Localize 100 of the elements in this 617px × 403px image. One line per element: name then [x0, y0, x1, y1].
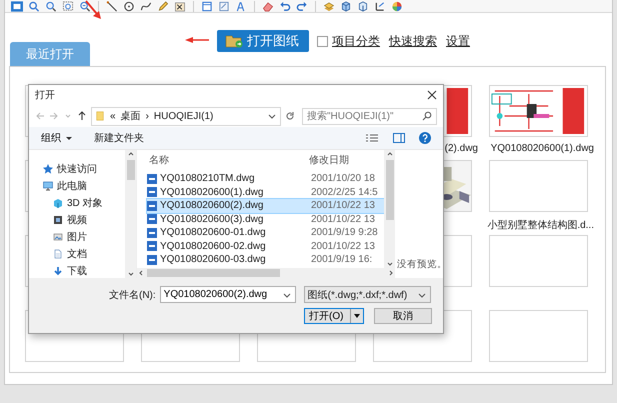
- cube-icon[interactable]: [340, 0, 352, 12]
- scrollbar[interactable]: [125, 150, 136, 278]
- color-wheel-icon[interactable]: [391, 0, 403, 12]
- link[interactable]: 快速搜索: [389, 32, 437, 50]
- redo-icon[interactable]: [296, 0, 308, 12]
- cube-icon: [53, 198, 63, 208]
- path-segment[interactable]: 桌面: [120, 109, 141, 123]
- file-row[interactable]: YQ0108020600-01.dwg 2001/9/19 9:28: [147, 226, 384, 240]
- search-icon[interactable]: [422, 111, 432, 121]
- folder-icon: [95, 111, 105, 121]
- nav-item[interactable]: 下载: [53, 264, 125, 278]
- pane-icon[interactable]: [393, 133, 405, 143]
- circle-icon[interactable]: [123, 0, 135, 12]
- zoom-icon[interactable]: [45, 0, 57, 12]
- rectangle-icon[interactable]: [201, 0, 213, 12]
- file-row[interactable]: YQ0108020600-02.dwg 2001/10/22 13: [147, 240, 384, 253]
- layers-icon[interactable]: [323, 0, 335, 12]
- field-label: 文件名(N):: [109, 288, 156, 302]
- line-icon[interactable]: [106, 0, 118, 12]
- open-drawing-button[interactable]: 打开图纸: [217, 30, 309, 52]
- cube-icon[interactable]: [357, 0, 369, 12]
- thumbnail-frame[interactable]: [489, 160, 588, 212]
- scrollbar-thumb[interactable]: [386, 160, 394, 220]
- file-date: 2002/2/25 14:5: [311, 186, 378, 198]
- scrollbar-thumb[interactable]: [126, 160, 134, 180]
- close-icon[interactable]: [427, 90, 437, 100]
- refresh-icon[interactable]: [285, 111, 295, 121]
- filename-field[interactable]: YQ0108020600(2).dwg: [160, 286, 296, 303]
- column-header[interactable]: 名称: [137, 153, 309, 167]
- file-row[interactable]: YQ0108020600(3).dwg 2001/10/22 13: [147, 212, 384, 226]
- column-header[interactable]: 修改日期: [309, 153, 349, 167]
- organize-menu[interactable]: 组织: [41, 131, 74, 145]
- file-icon: [147, 214, 157, 224]
- right-icon: [387, 269, 395, 277]
- nav-item[interactable]: 图片: [53, 230, 125, 244]
- thumbnail-frame[interactable]: [489, 235, 588, 287]
- preview-text: 没有预览。: [396, 258, 443, 272]
- file-icon: [147, 254, 157, 265]
- nav-item[interactable]: 文档: [53, 247, 125, 261]
- letter-icon[interactable]: [235, 0, 247, 12]
- file-row[interactable]: YQ0108020600-03.dwg 2001/9/19 16:: [147, 253, 384, 266]
- axis-icon[interactable]: [374, 0, 386, 12]
- view-icon[interactable]: [365, 133, 379, 143]
- scrollbar[interactable]: [384, 150, 395, 268]
- down-icon: [386, 260, 394, 268]
- undo-icon[interactable]: [279, 0, 291, 12]
- new-folder-button[interactable]: 新建文件夹: [94, 131, 144, 145]
- zoom-icon[interactable]: [62, 0, 74, 12]
- video-icon: [53, 215, 63, 225]
- checkbox[interactable]: [317, 36, 328, 46]
- file-name: YQ0108020600(2).dwg: [160, 200, 264, 212]
- up-icon: [126, 150, 134, 158]
- cancel-button[interactable]: 取消: [374, 308, 432, 324]
- file-icon: [147, 187, 157, 198]
- help-icon[interactable]: [419, 132, 431, 144]
- path-segment[interactable]: HUOQIEJI(1): [154, 110, 214, 122]
- file-date: 2001/9/19 16:: [311, 254, 372, 266]
- curve-icon[interactable]: [140, 0, 152, 12]
- app-icon[interactable]: [11, 0, 23, 12]
- up-icon[interactable]: [77, 111, 87, 121]
- download-icon: [53, 266, 63, 276]
- nav-item[interactable]: 视频: [53, 213, 125, 227]
- document-icon: [53, 249, 63, 259]
- file-name: YQ0108020600(1).dwg: [160, 186, 264, 198]
- file-date: 2001/9/19 9:28: [311, 227, 378, 238]
- zoom-icon[interactable]: [28, 0, 40, 12]
- arrow-icon: [185, 36, 209, 44]
- nav-item[interactable]: 快速访问: [43, 162, 125, 176]
- file-name[interactable]: 小型别墅整体结构图.d...: [487, 218, 594, 232]
- file-type-dropdown[interactable]: 图纸(*.dwg;*.dxf;*.dwf): [304, 286, 431, 303]
- folder-icon: [225, 34, 243, 48]
- search-field[interactable]: 搜索"HUOQIEJI(1)": [302, 108, 437, 124]
- path-overflow[interactable]: «: [110, 110, 116, 122]
- left-icon: [137, 269, 145, 277]
- open-button[interactable]: 打开(O): [304, 308, 364, 324]
- category-link[interactable]: 项目分类: [332, 32, 380, 50]
- zoom-icon[interactable]: [79, 0, 91, 12]
- scrollbar-thumb[interactable]: [147, 269, 280, 277]
- scrollbar[interactable]: [137, 268, 395, 278]
- file-name[interactable]: YQ0108020600(1).dwg: [490, 143, 594, 154]
- file-row[interactable]: YQ0108020600(2).dwg 2001/10/22 13: [147, 199, 384, 212]
- thumbnail-frame[interactable]: [489, 310, 588, 362]
- address-bar[interactable]: « 桌面 › HUOQIEJI(1): [91, 106, 281, 126]
- nav-label: 此电脑: [57, 180, 87, 193]
- file-row[interactable]: YQ0108020600(1).dwg 2002/2/25 14:5: [147, 186, 384, 199]
- page-icon[interactable]: [218, 0, 230, 12]
- file-icon: [147, 200, 157, 211]
- file-name: YQ01080210TM.dwg: [160, 173, 255, 184]
- file-date: 2001/10/22 13: [311, 214, 375, 225]
- file-icon: [147, 241, 157, 252]
- file-name[interactable]: (2).dwg: [444, 143, 478, 154]
- nav-item[interactable]: 此电脑: [43, 179, 125, 193]
- file-name: YQ0108020600-02.dwg: [160, 240, 266, 252]
- pencil-icon[interactable]: [157, 0, 169, 12]
- file-icon: [147, 228, 157, 238]
- link[interactable]: 设置: [446, 32, 470, 50]
- file-row[interactable]: YQ01080210TM.dwg 2001/10/20 18: [147, 172, 384, 186]
- nav-item[interactable]: 3D 对象: [53, 196, 125, 210]
- eraser-icon[interactable]: [262, 0, 274, 12]
- nav-label: 快速访问: [57, 162, 97, 176]
